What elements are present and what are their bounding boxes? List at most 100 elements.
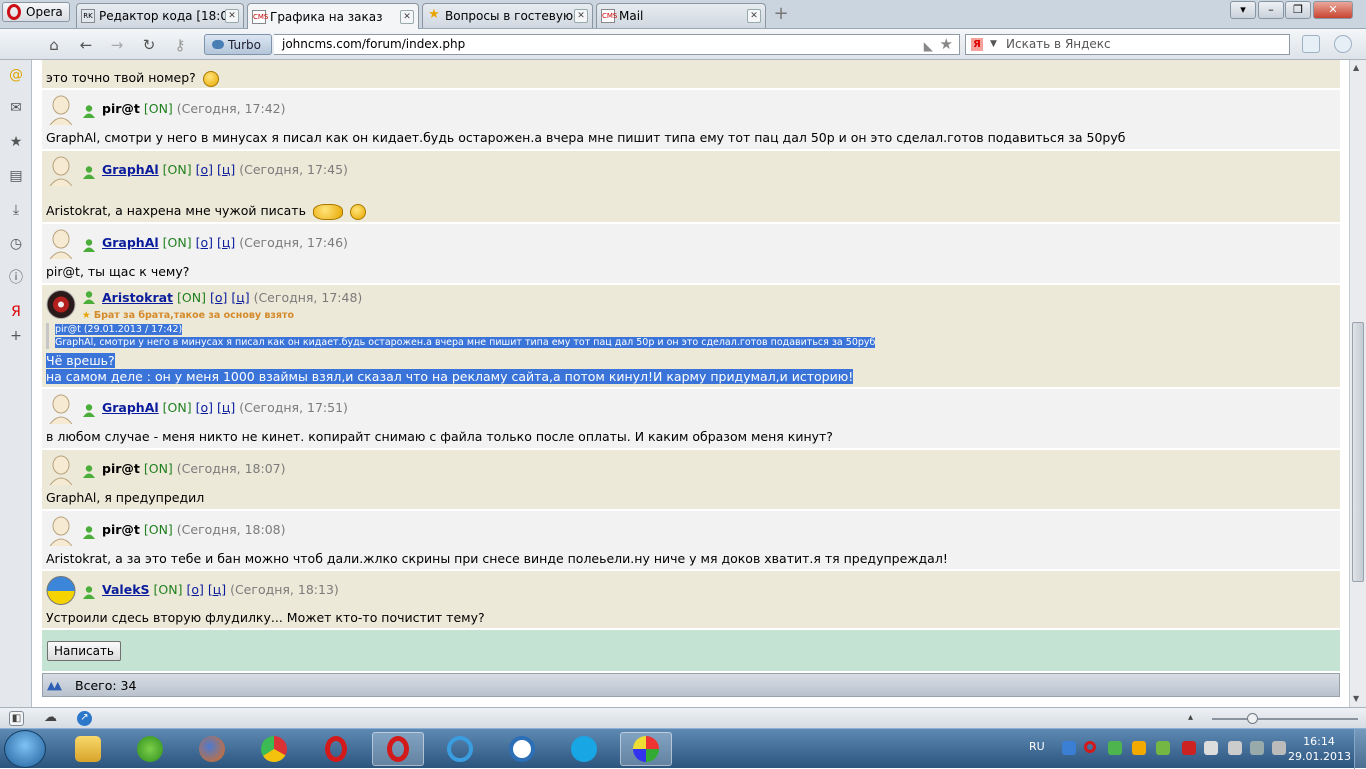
icq-icon[interactable] [124,732,176,766]
speed-dial-icon[interactable]: ↗ [77,711,92,726]
show-desktop-button[interactable] [1354,729,1366,769]
tray-flag-icon[interactable] [1204,741,1218,755]
turbo-button[interactable]: Turbo [204,34,272,55]
tray-network-error-icon[interactable] [1182,741,1196,755]
post-header: ValekS [ON] [о] [ц] (Сегодня, 18:13) [102,582,339,597]
post-author-link[interactable]: Aristokrat [102,290,173,305]
add-panel-icon[interactable]: + [8,328,24,344]
panel-toggle-icon[interactable]: ◧ [9,711,24,726]
info-icon[interactable]: ⓘ [8,270,24,286]
language-indicator[interactable]: RU [1029,740,1045,753]
tab-mail[interactable]: CMS Mail ✕ [596,3,766,28]
notes-icon[interactable]: ▤ [8,168,24,184]
forum-post: это точно твой номер? [42,60,1340,89]
quote-link[interactable]: [ц] [208,582,226,597]
rss-icon[interactable]: ◣ [924,37,933,56]
back-icon[interactable]: ← [76,35,96,55]
close-tab-icon[interactable]: ✕ [747,9,761,23]
chrome-icon[interactable] [248,732,300,766]
vertical-scrollbar[interactable]: ▲ ▼ [1349,60,1366,707]
post-time: (Сегодня, 17:51) [239,400,348,415]
explorer-icon[interactable] [62,732,114,766]
opera-menu-button[interactable]: Opera [2,2,70,22]
tray-network-icon[interactable] [1062,741,1076,755]
bookmarks-star-icon[interactable]: ★ [8,134,24,150]
scroll-down-icon[interactable]: ▼ [1353,694,1359,703]
post-header: Aristokrat [ON] [о] [ц] (Сегодня, 17:48) [102,290,362,305]
write-button[interactable]: Написать [47,641,121,661]
tray-opera-icon[interactable] [1084,741,1096,753]
post-author-link[interactable]: GraphAl [102,162,159,177]
tray-power-icon[interactable] [1250,741,1264,755]
post-time: (Сегодня, 17:48) [253,290,363,305]
bookmark-star-icon[interactable]: ★ [940,35,953,54]
post-author-link[interactable]: ValekS [102,582,150,597]
tray-volume-icon[interactable] [1272,741,1286,755]
history-clock-icon[interactable]: ◷ [8,236,24,252]
clock[interactable]: 16:14 29.01.2013 [1288,734,1351,764]
view-icon[interactable]: ▴ [1183,711,1198,726]
skype-icon[interactable] [558,732,610,766]
quote-link[interactable]: [ц] [231,290,249,305]
tab-list-icon[interactable]: ▾ [1230,1,1256,19]
firefox-icon[interactable] [186,732,238,766]
downloads-icon[interactable]: ⤓ [8,202,24,218]
tray-media-icon[interactable] [1132,741,1146,755]
post-body: pir@t, ты щас к чему? [46,264,190,279]
tab-graphics[interactable]: CMS Графика на заказ ✕ [247,3,419,29]
mail-at-icon[interactable]: @ [8,67,24,83]
url-text: johncms.com/forum/index.php [282,37,466,51]
chevron-down-icon[interactable]: ▼ [990,35,997,54]
scroll-thumb[interactable] [1352,322,1364,582]
address-input[interactable]: johncms.com/forum/index.php ◣ ★ [274,34,960,55]
paint-icon[interactable] [620,732,672,766]
reply-link[interactable]: [о] [196,400,213,415]
tray-check-icon[interactable] [1108,741,1122,755]
forum-post: GraphAl [ON] [о] [ц] (Сегодня, 17:45) Ar… [42,151,1340,223]
key-icon[interactable]: ⚷ [170,35,190,55]
post-author-link[interactable]: GraphAl [102,235,159,250]
forward-icon[interactable]: → [107,35,127,55]
yandex-panel-icon[interactable]: Я [8,304,24,320]
reload-icon[interactable]: ↻ [139,35,159,55]
close-tab-icon[interactable]: ✕ [574,9,588,23]
tab-code-editor[interactable]: RK Редактор кода [18:03] ✕ [76,3,244,28]
minimize-icon[interactable]: – [1258,1,1284,19]
reply-link[interactable]: [о] [186,582,203,597]
quote-link[interactable]: [ц] [217,235,235,250]
reply-link[interactable]: [о] [210,290,227,305]
home-icon[interactable]: ⌂ [44,35,64,55]
close-tab-icon[interactable]: ✕ [225,9,239,23]
quote-link[interactable]: [ц] [217,162,235,177]
vpn-client-icon[interactable] [496,732,548,766]
unite-cloud-icon[interactable]: ☁ [43,711,58,726]
forum-post: pir@t [ON] (Сегодня, 18:07) GraphAl, я п… [42,450,1340,510]
opera-active-icon[interactable] [372,732,424,766]
tray-nvidia-icon[interactable] [1156,741,1170,755]
quote-link[interactable]: [ц] [217,400,235,415]
search-placeholder: Искать в Яндекс [1006,37,1111,51]
search-input[interactable]: Я ▼ Искать в Яндекс [965,34,1290,55]
forum-post: Aristokrat [ON] [о] [ц] (Сегодня, 17:48)… [42,285,1340,388]
opera-icon[interactable] [310,732,362,766]
page-icon[interactable] [1302,35,1320,53]
address-toolbar: ⌂ ← → ↻ ⚷ Turbo johncms.com/forum/index.… [0,29,1366,60]
post-author-link[interactable]: GraphAl [102,400,159,415]
up-arrows-icon[interactable]: ▲▲ [47,679,67,692]
tab-label: Редактор кода [18:03] [99,9,225,23]
internet-explorer-icon[interactable] [434,732,486,766]
zoom-slider[interactable] [1212,718,1358,720]
new-tab-icon[interactable]: + [772,5,790,24]
close-window-icon[interactable]: ✕ [1313,1,1353,19]
start-button[interactable] [4,730,46,768]
reply-link[interactable]: [о] [196,235,213,250]
close-tab-icon[interactable]: ✕ [400,9,414,24]
tray-speaker-icon[interactable] [1228,741,1242,755]
reply-link[interactable]: [о] [196,162,213,177]
scroll-up-icon[interactable]: ▲ [1353,63,1359,72]
restore-icon[interactable]: ❐ [1285,1,1311,19]
opera-unite-icon[interactable] [1334,35,1352,53]
envelope-icon[interactable]: ✉ [8,100,24,116]
zoom-slider-knob[interactable] [1247,713,1258,724]
tab-guestbook[interactable]: ★ Вопросы в гостевую ✕ [422,3,593,28]
